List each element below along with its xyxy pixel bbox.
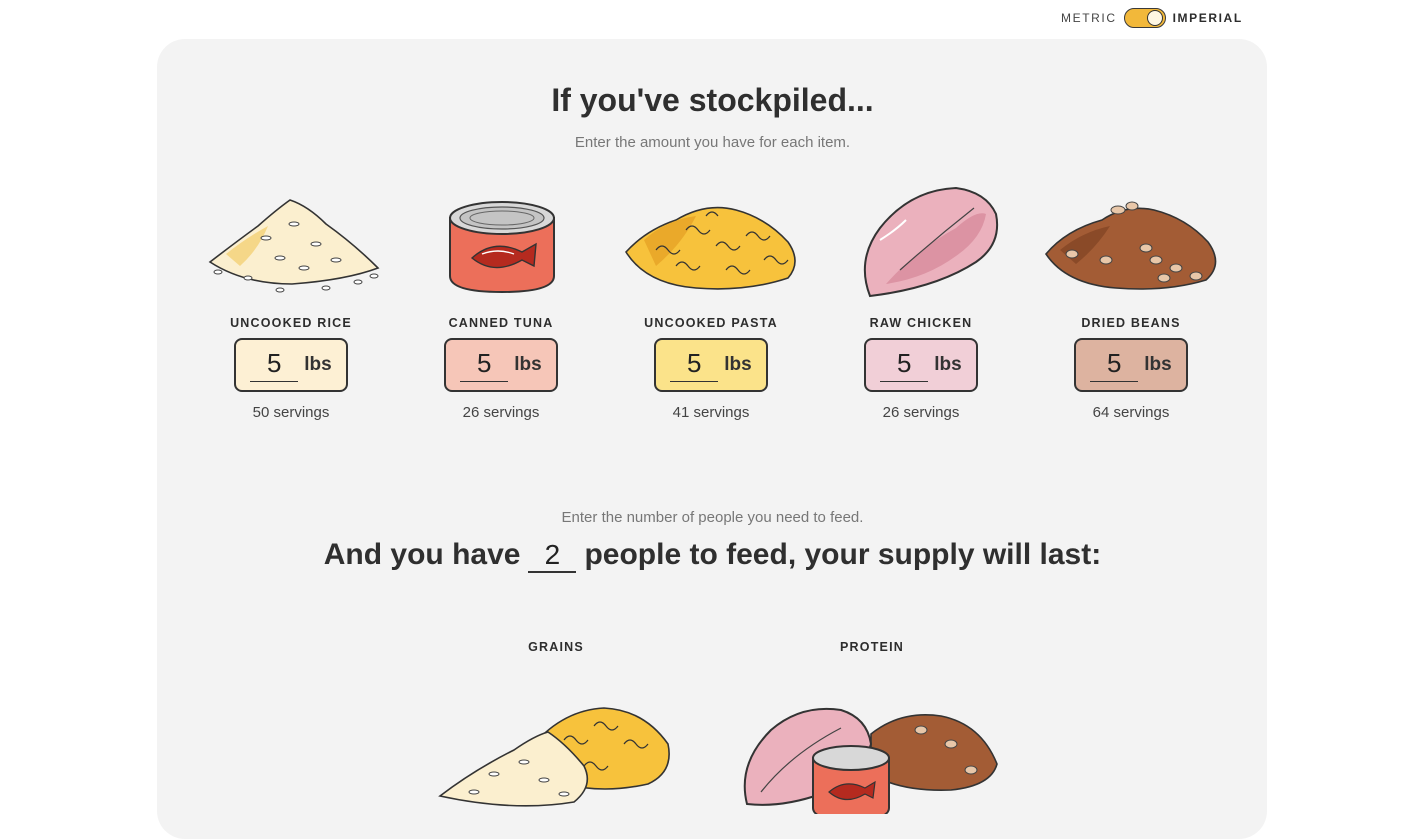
item-label: CANNED TUNA (448, 316, 554, 330)
quantity-input[interactable] (670, 348, 719, 382)
unit-label: lbs (304, 354, 332, 375)
imperial-label[interactable]: IMPERIAL (1173, 11, 1243, 25)
unit-label: lbs (514, 354, 542, 375)
quantity-input[interactable] (880, 348, 929, 382)
quantity-box[interactable]: lbs (1074, 338, 1188, 392)
quantity-box[interactable]: lbs (234, 338, 348, 392)
group-label: PROTEIN (840, 640, 904, 654)
stockpile-items: UNCOOKED RICE lbs 50 servings CANNED TUN… (186, 180, 1236, 421)
metric-label[interactable]: METRIC (1061, 11, 1117, 25)
quantity-input[interactable] (250, 348, 299, 382)
servings-count: 41 servings (672, 404, 750, 421)
tuna-can-icon (449, 201, 555, 294)
people-suffix: people to feed, your supply will last: (584, 538, 1102, 571)
calculator-card (157, 39, 1267, 839)
switch-knob (1146, 10, 1163, 26)
item-label: UNCOOKED PASTA (644, 316, 778, 330)
servings-count: 64 servings (1092, 404, 1170, 421)
servings-count: 26 servings (882, 404, 960, 421)
unit-toggle: METRIC IMPERIAL (1061, 8, 1243, 28)
protein-icon (743, 707, 998, 814)
servings-count: 50 servings (252, 404, 330, 421)
people-hint: Enter the number of people you need to f… (561, 509, 864, 526)
item-canned-tuna: CANNED TUNA lbs 26 servings (396, 180, 606, 421)
item-label: DRIED BEANS (1081, 316, 1181, 330)
group-label: GRAINS (528, 640, 584, 654)
page-title: If you've stockpiled... (551, 82, 874, 118)
pasta-icon (625, 206, 796, 290)
unit-switch[interactable] (1123, 8, 1166, 28)
unit-label: lbs (934, 354, 962, 375)
item-uncooked-pasta: UNCOOKED PASTA lbs 41 servings (606, 180, 816, 421)
item-dried-beans: DRIED BEANS lbs 64 servings (1026, 180, 1236, 421)
people-count-input[interactable] (528, 539, 577, 573)
grains-icon (438, 707, 670, 807)
item-raw-chicken: RAW CHICKEN lbs 26 servings (816, 180, 1026, 421)
quantity-input[interactable] (1090, 348, 1139, 382)
quantity-box[interactable]: lbs (444, 338, 558, 392)
unit-label: lbs (724, 354, 752, 375)
chicken-icon (863, 186, 998, 298)
page-subtitle: Enter the amount you have for each item. (574, 134, 851, 151)
group-protein: PROTEIN (741, 640, 1003, 814)
quantity-box[interactable]: lbs (864, 338, 978, 392)
quantity-input[interactable] (460, 348, 509, 382)
quantity-box[interactable]: lbs (654, 338, 768, 392)
servings-count: 26 servings (462, 404, 540, 421)
item-label: RAW CHICKEN (869, 316, 973, 330)
people-prefix: And you have (323, 538, 521, 571)
beans-icon (1045, 201, 1217, 290)
item-label: UNCOOKED RICE (230, 316, 352, 330)
rice-icon (208, 199, 380, 293)
people-sentence: And you have people to feed, your supply… (0, 538, 1425, 573)
item-uncooked-rice: UNCOOKED RICE lbs 50 servings (186, 180, 396, 421)
group-grains: GRAINS (434, 640, 678, 814)
unit-label: lbs (1144, 354, 1172, 375)
